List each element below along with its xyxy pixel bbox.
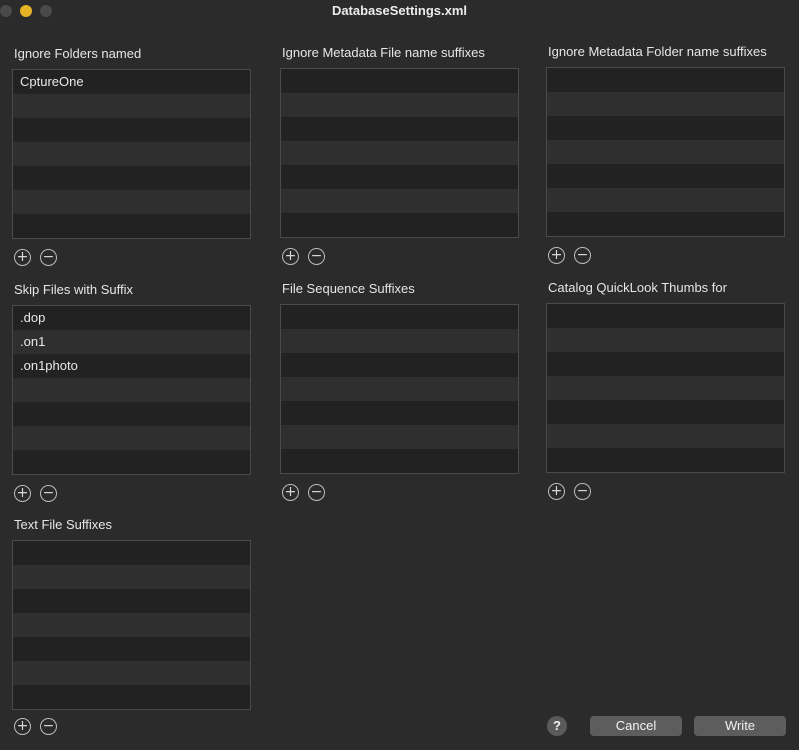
window-title: DatabaseSettings.xml [331,3,468,18]
list-item[interactable] [13,378,250,402]
list-item[interactable] [13,613,250,637]
list-item[interactable] [281,425,518,449]
write-button[interactable]: Write [694,716,786,736]
list-item[interactable] [281,305,518,329]
text-file-suffixes-label: Text File Suffixes [14,517,113,532]
list-item[interactable] [13,142,250,166]
skip-files-list[interactable]: .dop .on1 .on1photo [12,305,251,475]
list-item[interactable] [281,117,518,141]
list-item[interactable] [281,449,518,473]
list-item[interactable] [13,450,250,474]
list-item[interactable] [547,424,784,448]
list-item[interactable] [281,377,518,401]
add-button[interactable]: + [14,485,31,502]
remove-button[interactable]: − [308,484,325,501]
list-item[interactable] [547,68,784,92]
list-item[interactable]: .on1 [13,330,250,354]
list-item[interactable] [547,448,784,472]
list-item[interactable] [547,164,784,188]
list-item[interactable] [547,140,784,164]
list-item[interactable]: CptureOne [13,70,250,94]
remove-button[interactable]: − [574,247,591,264]
list-item[interactable] [547,304,784,328]
list-item[interactable] [13,190,250,214]
list-item[interactable] [547,352,784,376]
title-bar: DatabaseSettings.xml [0,0,799,22]
skip-files-label: Skip Files with Suffix [14,282,133,297]
ignore-folders-label: Ignore Folders named [14,46,142,61]
add-button[interactable]: + [14,718,31,735]
list-item[interactable] [13,589,250,613]
list-item[interactable] [13,402,250,426]
list-item[interactable] [547,400,784,424]
cancel-button[interactable]: Cancel [590,716,682,736]
list-item[interactable] [281,69,518,93]
list-item[interactable] [547,212,784,236]
list-item[interactable] [281,93,518,117]
file-sequence-list[interactable] [280,304,519,474]
ignore-metadata-file-label: Ignore Metadata File name suffixes [282,45,485,60]
add-button[interactable]: + [282,484,299,501]
add-button[interactable]: + [548,483,565,500]
list-item[interactable] [281,141,518,165]
list-item[interactable] [281,329,518,353]
list-item[interactable] [13,637,250,661]
list-item[interactable] [13,118,250,142]
ignore-metadata-folder-list[interactable] [546,67,785,237]
list-item[interactable] [547,328,784,352]
list-item[interactable] [547,116,784,140]
list-item[interactable] [13,541,250,565]
text-file-suffixes-list[interactable] [12,540,251,710]
add-button[interactable]: + [282,248,299,265]
list-item[interactable] [547,376,784,400]
ignore-folders-list[interactable]: CptureOne [12,69,251,239]
remove-button[interactable]: − [40,718,57,735]
list-item[interactable] [281,213,518,237]
remove-button[interactable]: − [574,483,591,500]
list-item[interactable]: .on1photo [13,354,250,378]
add-button[interactable]: + [548,247,565,264]
remove-button[interactable]: − [40,249,57,266]
list-item[interactable] [13,426,250,450]
list-item[interactable] [13,94,250,118]
list-item[interactable] [13,214,250,238]
help-button[interactable]: ? [547,716,567,736]
list-item[interactable] [547,92,784,116]
list-item[interactable] [13,565,250,589]
catalog-quicklook-list[interactable] [546,303,785,473]
list-item[interactable] [13,166,250,190]
list-item[interactable] [281,189,518,213]
list-item[interactable]: .dop [13,306,250,330]
ignore-metadata-folder-label: Ignore Metadata Folder name suffixes [548,44,767,59]
list-item[interactable] [281,401,518,425]
ignore-metadata-file-list[interactable] [280,68,519,238]
list-item[interactable] [13,685,250,709]
list-item[interactable] [547,188,784,212]
catalog-quicklook-label: Catalog QuickLook Thumbs for [548,280,727,295]
remove-button[interactable]: − [308,248,325,265]
file-sequence-label: File Sequence Suffixes [282,281,415,296]
remove-button[interactable]: − [40,485,57,502]
list-item[interactable] [13,661,250,685]
list-item[interactable] [281,165,518,189]
list-item[interactable] [281,353,518,377]
add-button[interactable]: + [14,249,31,266]
